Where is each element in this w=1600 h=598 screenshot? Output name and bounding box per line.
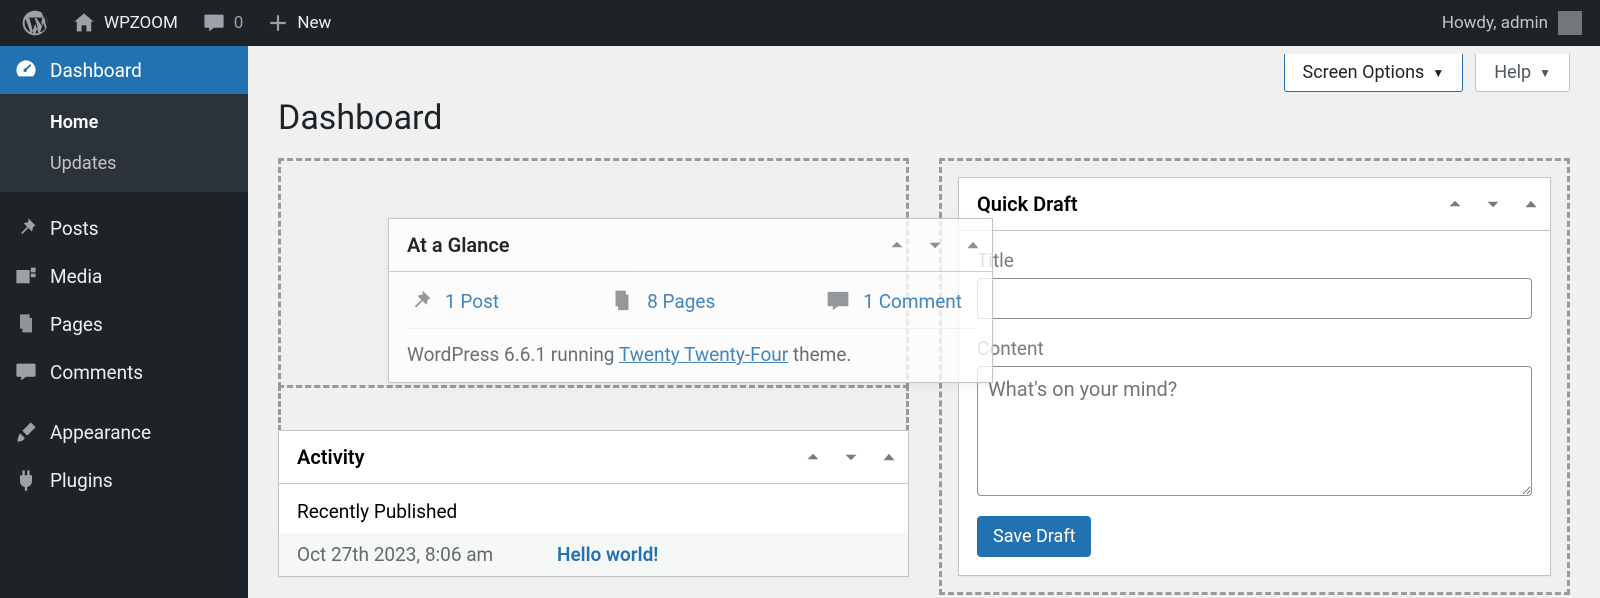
dashboard-col-1: At a Glance 1 Post 8 Pages <box>278 158 909 597</box>
chevron-down-icon <box>1482 193 1504 215</box>
account-link[interactable]: Howdy, admin <box>1442 11 1590 35</box>
qd-title-label: Title <box>977 249 1532 272</box>
move-down-handle[interactable] <box>1474 183 1512 225</box>
menu-label: Plugins <box>50 469 113 492</box>
move-down-handle[interactable] <box>832 436 870 478</box>
chevron-down-icon: ▼ <box>1539 66 1551 80</box>
pages-icon <box>14 312 38 336</box>
pin-icon <box>407 288 433 314</box>
toggle-handle[interactable] <box>870 436 908 478</box>
chevron-up-icon <box>886 234 908 256</box>
chevron-up-icon <box>1444 193 1466 215</box>
menu-appearance[interactable]: Appearance <box>0 408 248 456</box>
activity-widget: Activity Recently Published Oct 27th 202… <box>278 430 909 577</box>
triangle-up-icon <box>1520 193 1542 215</box>
new-label: New <box>297 13 331 33</box>
widget-title: Quick Draft <box>959 178 1436 230</box>
qd-content-textarea[interactable] <box>977 366 1532 496</box>
howdy-text: Howdy, admin <box>1442 13 1548 33</box>
widget-dropzone-small[interactable] <box>278 385 909 431</box>
widget-title: Activity <box>279 431 794 483</box>
plus-icon <box>267 12 289 34</box>
glance-pages: 8 Pages <box>647 290 715 313</box>
content-area: Screen Options ▼ Help ▼ Dashboard At a G… <box>248 46 1600 598</box>
avatar <box>1558 11 1582 35</box>
menu-label: Pages <box>50 313 103 336</box>
menu-plugins[interactable]: Plugins <box>0 456 248 504</box>
screen-options-tab[interactable]: Screen Options ▼ <box>1284 54 1464 92</box>
qd-title-input[interactable] <box>977 278 1532 319</box>
widget-title: At a Glance <box>389 219 878 271</box>
toggle-handle[interactable] <box>1512 183 1550 225</box>
activity-row: Oct 27th 2023, 8:06 am Hello world! <box>279 533 908 576</box>
triangle-up-icon <box>962 234 984 256</box>
dashboard-icon <box>14 58 38 82</box>
menu-dashboard[interactable]: Dashboard <box>0 46 248 94</box>
move-up-handle[interactable] <box>878 224 916 266</box>
comment-count: 0 <box>234 13 244 33</box>
widget-dropzone[interactable]: Quick Draft Title Content Save Draft <box>939 158 1570 595</box>
dashboard-submenu: Home Updates <box>0 94 248 192</box>
chevron-down-icon: ▼ <box>1432 66 1444 80</box>
menu-label: Comments <box>50 361 143 384</box>
wordpress-icon <box>22 10 48 36</box>
comments-link[interactable]: 0 <box>190 0 256 46</box>
submenu-home[interactable]: Home <box>0 102 248 143</box>
menu-media[interactable]: Media <box>0 252 248 300</box>
help-tab[interactable]: Help ▼ <box>1475 54 1570 92</box>
comment-icon <box>202 11 226 35</box>
admin-sidebar: Dashboard Home Updates Posts Media Pages… <box>0 46 248 598</box>
new-content-link[interactable]: New <box>255 0 343 46</box>
chevron-up-icon <box>802 446 824 468</box>
qd-content-label: Content <box>977 337 1532 360</box>
glance-comments-link[interactable]: 1 Comment <box>825 288 962 314</box>
menu-label: Dashboard <box>50 59 142 82</box>
dashboard-col-2: Quick Draft Title Content Save Draft <box>939 158 1570 597</box>
toggle-handle[interactable] <box>954 224 992 266</box>
pages-icon <box>609 288 635 314</box>
move-up-handle[interactable] <box>1436 183 1474 225</box>
glance-posts: 1 Post <box>445 290 499 313</box>
menu-pages[interactable]: Pages <box>0 300 248 348</box>
page-title: Dashboard <box>278 98 1570 138</box>
submenu-updates[interactable]: Updates <box>0 143 248 184</box>
menu-comments[interactable]: Comments <box>0 348 248 396</box>
chevron-down-icon <box>924 234 946 256</box>
move-up-handle[interactable] <box>794 436 832 478</box>
quick-draft-widget: Quick Draft Title Content Save Draft <box>958 177 1551 576</box>
tab-label: Screen Options <box>1303 62 1425 83</box>
wp-logo[interactable] <box>10 0 60 46</box>
media-icon <box>14 264 38 288</box>
glance-posts-link[interactable]: 1 Post <box>407 288 499 314</box>
activity-post-link[interactable]: Hello world! <box>557 543 658 566</box>
brush-icon <box>14 420 38 444</box>
activity-section-title: Recently Published <box>279 484 908 533</box>
site-name: WPZOOM <box>104 13 178 33</box>
plug-icon <box>14 468 38 492</box>
move-down-handle[interactable] <box>916 224 954 266</box>
at-a-glance-widget-dragging[interactable]: At a Glance 1 Post 8 Pages <box>388 218 993 383</box>
glance-pages-link[interactable]: 8 Pages <box>609 288 715 314</box>
tab-label: Help <box>1494 62 1531 83</box>
comment-icon <box>14 360 38 384</box>
chevron-down-icon <box>840 446 862 468</box>
theme-link[interactable]: Twenty Twenty-Four <box>619 343 788 366</box>
site-name-link[interactable]: WPZOOM <box>60 0 190 46</box>
menu-label: Media <box>50 265 102 288</box>
triangle-up-icon <box>878 446 900 468</box>
admin-bar: WPZOOM 0 New Howdy, admin <box>0 0 1600 46</box>
menu-label: Appearance <box>50 421 151 444</box>
save-draft-button[interactable]: Save Draft <box>977 516 1091 557</box>
home-icon <box>72 11 96 35</box>
pin-icon <box>14 216 38 240</box>
activity-date: Oct 27th 2023, 8:06 am <box>297 543 527 566</box>
comment-icon <box>825 288 851 314</box>
menu-label: Posts <box>50 217 99 240</box>
glance-comments: 1 Comment <box>863 290 962 313</box>
wp-version-line: WordPress 6.6.1 running Twenty Twenty-Fo… <box>407 343 974 366</box>
menu-posts[interactable]: Posts <box>0 204 248 252</box>
